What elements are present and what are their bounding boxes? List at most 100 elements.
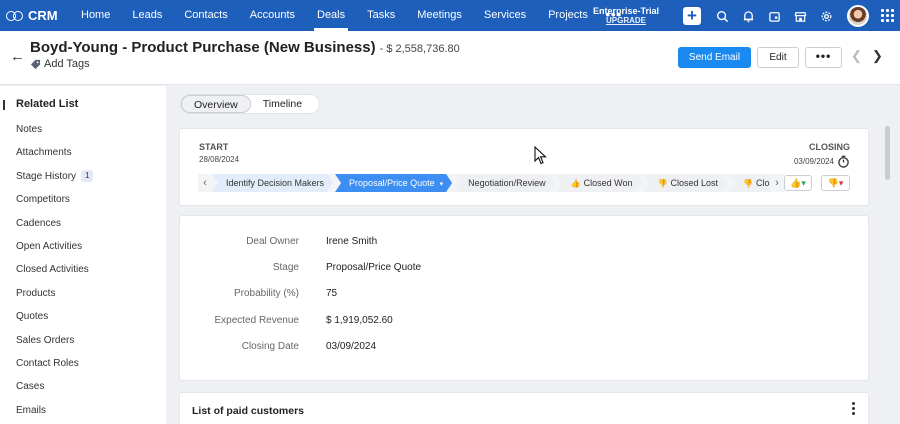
view-toggle: Overview Timeline — [180, 94, 320, 114]
nav-tab-leads[interactable]: Leads — [121, 0, 173, 31]
sidebar-item-quotes[interactable]: Quotes — [0, 310, 166, 333]
sidebar-item-closed-activities[interactable]: Closed Activities — [0, 263, 166, 286]
add-tags-link[interactable]: Add Tags — [30, 58, 90, 70]
related-list-sidebar: Related List Notes Attachments Stage Histo… — [0, 86, 166, 424]
sidebar-item-attachments[interactable]: Attachments — [0, 146, 166, 169]
mouse-cursor-icon — [534, 146, 547, 165]
nav-tab-services[interactable]: Services — [473, 0, 537, 31]
stage-proposal-price-quote[interactable]: Proposal/Price Quote ▾ — [335, 174, 452, 192]
closing-label: CLOSING — [808, 142, 850, 152]
pipeline-scroll-left-icon[interactable]: ‹ — [198, 174, 212, 192]
upgrade-link[interactable]: UPGRADE — [590, 16, 662, 26]
app-grid-icon[interactable] — [881, 9, 894, 22]
back-arrow-icon[interactable]: ← — [10, 48, 25, 65]
store-icon[interactable] — [787, 8, 813, 23]
tab-overview[interactable]: Overview — [181, 95, 251, 113]
sidebar-item-cases[interactable]: Cases — [0, 380, 166, 403]
nav-tab-tasks[interactable]: Tasks — [356, 0, 406, 31]
detail-row: Probability (%) 75 — [180, 288, 870, 302]
stage-label: Identify Decision Makers — [226, 178, 325, 188]
record-header: ← Boyd-Young - Product Purchase (New Bus… — [0, 31, 900, 85]
more-actions-button[interactable]: ••• — [805, 47, 842, 68]
sidebar-item-notes[interactable]: Notes — [0, 123, 166, 146]
timer-icon — [838, 155, 849, 168]
sidebar-item-label: Attachments — [16, 147, 72, 159]
paid-customers-title: List of paid customers — [192, 405, 305, 417]
sidebar-item-label: Cases — [16, 381, 45, 393]
brand-name: CRM — [28, 8, 58, 23]
sidebar-item-label: Closed Activities — [16, 264, 89, 276]
nav-tab-contacts[interactable]: Contacts — [173, 0, 238, 31]
start-label: START — [199, 142, 229, 152]
active-section-marker — [3, 100, 5, 110]
stage-identify-decision-makers[interactable]: Identify Decision Makers — [212, 174, 333, 192]
sidebar-item-label: Stage History — [16, 170, 77, 182]
pipeline-stages: Identify Decision Makers Proposal/Price Q… — [212, 174, 770, 192]
detail-value[interactable]: 75 — [326, 288, 337, 299]
sidebar-item-open-activities[interactable]: Open Activities — [0, 240, 166, 263]
deal-details-card: Deal Owner Irene Smith Stage Proposal/Price… — [179, 215, 869, 381]
sidebar-item-sales-orders[interactable]: Sales Orders — [0, 334, 166, 357]
sidebar-item-stage-history[interactable]: Stage History 1 — [0, 169, 166, 193]
pipeline-scroll-right-icon[interactable]: › — [770, 174, 784, 192]
bell-icon[interactable] — [735, 8, 761, 23]
stage-negotiation-review[interactable]: Negotiation/Review — [454, 174, 555, 192]
next-record-icon[interactable]: ❯ — [872, 48, 883, 64]
closing-date: 03/09/2024 — [793, 157, 834, 166]
tab-timeline[interactable]: Timeline — [251, 95, 314, 113]
stage-closed-lo[interactable]: 👎Closed Lo — [729, 174, 770, 192]
avatar[interactable] — [847, 4, 869, 27]
crm-logo-icon — [6, 10, 24, 22]
deal-title: Boyd-Young - Product Purchase (New Busin… — [30, 39, 376, 56]
sidebar-item-products[interactable]: Products — [0, 287, 166, 310]
related-list-items: Notes Attachments Stage History 1 Competitor… — [0, 123, 166, 424]
page-scrollbar[interactable] — [885, 126, 890, 180]
tag-icon — [30, 59, 41, 69]
calendar-icon[interactable] — [761, 8, 787, 23]
stage-label: Closed Lo — [755, 178, 770, 188]
stage-label: Closed Won — [583, 178, 633, 188]
related-list-heading[interactable]: Related List — [16, 98, 78, 110]
detail-value[interactable]: 03/09/2024 — [326, 341, 376, 352]
nav-tab-home[interactable]: Home — [70, 0, 121, 31]
stage-closed-lost[interactable]: 👎 Closed Lost — [643, 174, 727, 192]
nav-icons: + — [680, 0, 894, 31]
search-icon[interactable] — [709, 8, 735, 23]
detail-row: Deal Owner Irene Smith — [180, 236, 870, 250]
thumbs-down-icon: 👎 — [742, 179, 753, 188]
count-badge: 1 — [81, 169, 94, 182]
send-email-button[interactable]: Send Email — [678, 47, 751, 68]
nav-tab-accounts[interactable]: Accounts — [239, 0, 306, 31]
detail-value[interactable]: Irene Smith — [326, 236, 377, 247]
sidebar-item-contact-roles[interactable]: Contact Roles — [0, 357, 166, 380]
add-tags-label: Add Tags — [44, 58, 90, 70]
plus-icon[interactable]: + — [683, 6, 701, 25]
sidebar-item-label: Competitors — [16, 194, 70, 206]
previous-record-icon[interactable]: ❮ — [851, 48, 862, 64]
top-navigation-bar: CRM Home Leads Contacts Accounts Deals Tasks M… — [0, 0, 900, 31]
kebab-menu-icon[interactable] — [852, 402, 856, 417]
mark-lost-button[interactable]: 👎▾ — [821, 175, 850, 191]
nav-tab-deals[interactable]: Deals — [306, 0, 356, 31]
thumbs-up-icon: 👍 — [570, 179, 581, 188]
edit-button[interactable]: Edit — [757, 47, 799, 68]
sidebar-item-cadences[interactable]: Cadences — [0, 217, 166, 240]
gear-icon[interactable] — [813, 8, 839, 23]
nav-tab-meetings[interactable]: Meetings — [406, 0, 473, 31]
sidebar-item-label: Contact Roles — [16, 357, 79, 369]
detail-label: Closing Date — [241, 341, 299, 352]
trial-info: Enterprise-Trial UPGRADE — [590, 6, 662, 26]
sidebar-item-label: Open Activities — [16, 240, 83, 252]
detail-label: Deal Owner — [246, 236, 299, 247]
sidebar-item-label: Notes — [16, 124, 43, 135]
detail-value[interactable]: Proposal/Price Quote — [326, 262, 421, 273]
detail-value[interactable]: $ 1,919,052.60 — [326, 315, 393, 326]
brand[interactable]: CRM — [6, 8, 66, 23]
sidebar-item-label: Products — [16, 287, 56, 299]
chevron-down-icon: ▾ — [439, 181, 444, 188]
mark-won-button[interactable]: 👍▾ — [784, 175, 812, 191]
stage-closed-won[interactable]: 👍 Closed Won — [557, 174, 642, 192]
sidebar-item-competitors[interactable]: Competitors — [0, 193, 166, 216]
detail-row: Expected Revenue $ 1,919,052.60 — [180, 315, 870, 329]
sidebar-item-emails[interactable]: Emails — [0, 404, 166, 424]
